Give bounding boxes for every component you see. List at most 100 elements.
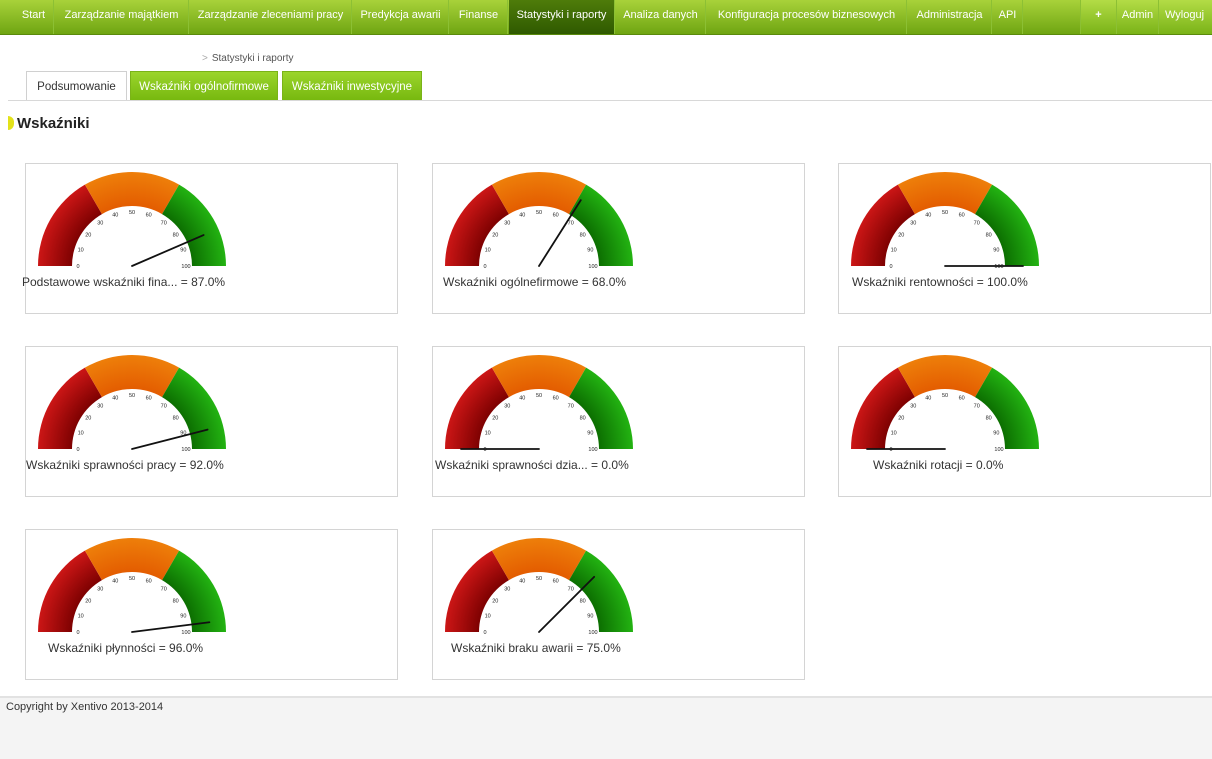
gauge-tick-label: 30 bbox=[910, 220, 916, 226]
gauge-tick-label: 50 bbox=[129, 393, 135, 399]
gauge-caption: Wskaźniki rentowności = 100.0% bbox=[852, 275, 1028, 289]
tab-investment-indicators[interactable]: Wskaźniki inwestycyjne bbox=[282, 71, 422, 101]
footer: Copyright by Xentivo 2013-2014 bbox=[0, 696, 1212, 759]
gauge-tick-label: 30 bbox=[97, 403, 103, 409]
gauge-needle bbox=[538, 575, 596, 633]
gauge-tick-label: 10 bbox=[485, 247, 491, 253]
nav-item-data-analysis[interactable]: Analiza danych bbox=[616, 0, 706, 34]
gauge-tick-label: 90 bbox=[993, 247, 999, 253]
gauge-tick-label: 10 bbox=[485, 613, 491, 619]
gauge-tick-label: 10 bbox=[485, 430, 491, 436]
nav-item-api[interactable]: API bbox=[993, 0, 1023, 34]
nav-item-failure-prediction[interactable]: Predykcja awarii bbox=[353, 0, 449, 34]
gauge-tick-label: 70 bbox=[974, 220, 980, 226]
gauge-tick-label: 30 bbox=[97, 220, 103, 226]
gauge-tick-label: 20 bbox=[492, 415, 498, 421]
gauge-tick-label: 90 bbox=[587, 247, 593, 253]
breadcrumb-separator: > bbox=[202, 53, 208, 64]
section-title-text: Wskaźniki bbox=[17, 115, 90, 132]
gauge-tick-label: 80 bbox=[986, 232, 992, 238]
gauge-tick-label: 20 bbox=[898, 232, 904, 238]
gauge-band-orange bbox=[491, 538, 587, 581]
gauge-tick-label: 0 bbox=[76, 447, 79, 453]
tab-summary[interactable]: Podsumowanie bbox=[26, 71, 127, 101]
gauge-tick-label: 50 bbox=[536, 576, 542, 582]
breadcrumb-current[interactable]: Statystyki i raporty bbox=[212, 53, 294, 64]
gauge-tick-label: 80 bbox=[580, 232, 586, 238]
gauge-tick-label: 10 bbox=[891, 430, 897, 436]
gauge-tick-label: 60 bbox=[553, 579, 559, 585]
gauge-tick-label: 20 bbox=[85, 598, 91, 604]
nav-item-start[interactable]: Start bbox=[14, 0, 54, 34]
gauge-tick-label: 20 bbox=[492, 232, 498, 238]
gauge-tick-label: 70 bbox=[161, 220, 167, 226]
logout-link[interactable]: Wyloguj bbox=[1158, 0, 1212, 34]
gauge-tick-label: 30 bbox=[910, 403, 916, 409]
gauge-tick-label: 40 bbox=[112, 579, 118, 585]
gauge-tick-label: 100 bbox=[588, 447, 597, 453]
gauge-caption: Wskaźniki płynności = 96.0% bbox=[48, 641, 204, 655]
gauge-tick-label: 60 bbox=[146, 213, 152, 219]
gauge-tick-label: 100 bbox=[588, 630, 597, 636]
gauge-tick-label: 0 bbox=[483, 630, 486, 636]
nav-item-statistics-reports[interactable]: Statystyki i raporty bbox=[509, 0, 615, 34]
nav-item-work-orders[interactable]: Zarządzanie zleceniami pracy bbox=[190, 0, 352, 34]
gauge-tick-label: 20 bbox=[85, 232, 91, 238]
breadcrumb: > Statystyki i raporty bbox=[202, 53, 294, 64]
gauge-tick-label: 50 bbox=[536, 210, 542, 216]
gauge-tick-label: 100 bbox=[181, 264, 190, 270]
gauge-band-orange bbox=[491, 355, 587, 398]
gauge-tick-label: 40 bbox=[519, 579, 525, 585]
gauge-tick-label: 100 bbox=[994, 264, 1003, 270]
gauge-tick-label: 30 bbox=[97, 586, 103, 592]
gauge-tick-label: 100 bbox=[181, 630, 190, 636]
gauge-tick-label: 80 bbox=[173, 415, 179, 421]
gauge-card: 0 10 20 30 40 50 60 70 80 90 100 Wskaźniki sprawno… bbox=[25, 346, 398, 497]
gauge-chart: 010203040 50 60708090100 bbox=[38, 355, 226, 453]
gauge-tick-label: 60 bbox=[959, 396, 965, 402]
gauge-tick-label: 40 bbox=[925, 396, 931, 402]
gauge-caption: Wskaźniki ogólnefirmowe = 68.0% bbox=[443, 275, 627, 289]
nav-item-administration[interactable]: Administracja bbox=[908, 0, 992, 34]
gauge-tick-label: 70 bbox=[568, 586, 574, 592]
gauge-tick-label: 60 bbox=[146, 396, 152, 402]
gauge-caption: Wskaźniki sprawności dzia... = 0.0% bbox=[435, 458, 629, 472]
gauge-caption: Wskaźniki braku awarii = 75.0% bbox=[451, 641, 621, 655]
gauge-band-orange bbox=[84, 355, 180, 398]
gauge-chart: 010203040 50 60708090100 bbox=[445, 172, 633, 270]
gauge-tick-label: 90 bbox=[993, 430, 999, 436]
gauge-tick-label: 50 bbox=[129, 576, 135, 582]
gauge-needle bbox=[538, 199, 582, 267]
gauge-chart: 010203040 50 60708090100 bbox=[38, 538, 226, 636]
gauge-chart: 010203040 50 60708090100 bbox=[445, 538, 633, 636]
tab-company-indicators[interactable]: Wskaźniki ogólnofirmowe bbox=[130, 71, 278, 101]
add-button[interactable]: + bbox=[1080, 0, 1116, 34]
gauge-card: 0 10 20 30 40 50 60 70 80 90 100 Wskaźniki rotacji… bbox=[838, 346, 1211, 497]
gauge-tick-label: 20 bbox=[85, 415, 91, 421]
gauge-chart: 010203040 50 60708090100 bbox=[851, 355, 1039, 453]
gauge-card: 0 10 20 30 40 50 60 70 80 90 100 Wskaźniki sprawno… bbox=[432, 346, 805, 497]
gauge-tick-label: 80 bbox=[986, 415, 992, 421]
gauge-card: 0 10 20 30 40 50 60 70 80 90 100 Wskaźniki płynnoś… bbox=[25, 529, 398, 680]
nav-item-business-process-config[interactable]: Konfiguracja procesów biznesowych bbox=[707, 0, 907, 34]
gauge-band-orange bbox=[84, 538, 180, 581]
gauge-tick-label: 40 bbox=[519, 213, 525, 219]
nav-item-finance[interactable]: Finanse bbox=[450, 0, 508, 34]
gauge-tick-label: 80 bbox=[580, 415, 586, 421]
gauge-tick-label: 50 bbox=[942, 210, 948, 216]
gauge-card: 0 10 20 30 40 50 60 70 80 90 100 Wskaźniki rentown… bbox=[838, 163, 1211, 314]
gauge-tick-label: 30 bbox=[504, 220, 510, 226]
nav-item-asset-management[interactable]: Zarządzanie majątkiem bbox=[55, 0, 189, 34]
gauge-tick-label: 10 bbox=[78, 430, 84, 436]
gauge-card: 0 10 20 30 40 50 60 70 80 90 100 Wskaźniki braku a… bbox=[432, 529, 805, 680]
gauge-tick-label: 0 bbox=[889, 264, 892, 270]
gauge-tick-label: 100 bbox=[588, 264, 597, 270]
gauge-tick-label: 0 bbox=[76, 630, 79, 636]
gauge-chart: 010203040 50 60708090100 bbox=[851, 172, 1039, 270]
gauge-tick-label: 10 bbox=[78, 247, 84, 253]
gauge-tick-label: 40 bbox=[925, 213, 931, 219]
gauge-tick-label: 10 bbox=[78, 613, 84, 619]
tab-divider bbox=[8, 100, 1212, 101]
gauge-tick-label: 90 bbox=[180, 613, 186, 619]
user-menu[interactable]: Admin bbox=[1116, 0, 1158, 34]
